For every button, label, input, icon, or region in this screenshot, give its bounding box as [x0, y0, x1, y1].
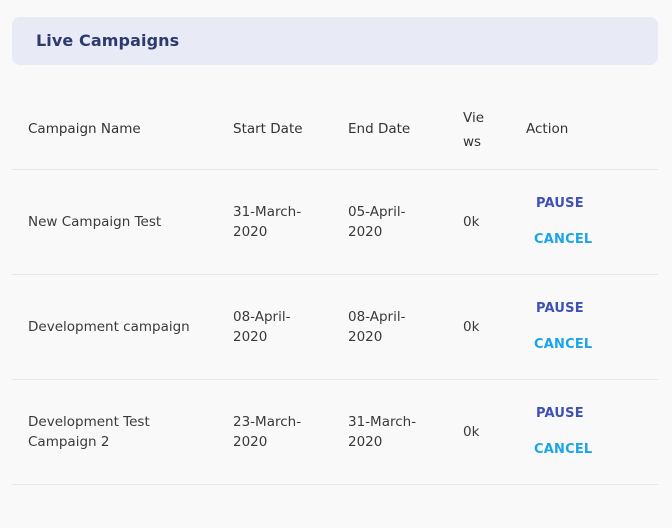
table-row: Development campaign 08-April-2020 08-Ap… [12, 275, 658, 380]
table-row: New Campaign Test 31-March-2020 05-April… [12, 170, 658, 275]
table-row: Development Test Campaign 2 23-March-202… [12, 380, 658, 485]
campaign-name: Development campaign [28, 319, 190, 335]
column-header-start-date: Start Date [233, 121, 303, 137]
pause-button[interactable]: PAUSE [536, 406, 584, 421]
live-campaigns-header: Live Campaigns [12, 17, 658, 65]
column-header-end-date: End Date [348, 121, 411, 137]
start-date: 23-March-2020 [233, 414, 302, 450]
views-count: 0k [463, 214, 480, 230]
page-title: Live Campaigns [36, 31, 180, 50]
campaign-name: New Campaign Test [28, 214, 162, 230]
views-count: 0k [463, 319, 480, 335]
campaigns-table: Campaign Name Start Date End Date Views … [12, 88, 658, 485]
pause-button[interactable]: PAUSE [536, 196, 584, 211]
end-date: 08-April-2020 [348, 309, 406, 345]
cancel-button[interactable]: CANCEL [534, 232, 592, 247]
pause-button[interactable]: PAUSE [536, 301, 584, 316]
cancel-button[interactable]: CANCEL [534, 442, 592, 457]
start-date: 08-April-2020 [233, 309, 291, 345]
column-header-campaign-name: Campaign Name [28, 121, 141, 137]
campaign-name: Development Test Campaign 2 [28, 414, 150, 450]
start-date: 31-March-2020 [233, 204, 302, 240]
end-date: 05-April-2020 [348, 204, 406, 240]
cancel-button[interactable]: CANCEL [534, 337, 592, 352]
column-header-action: Action [526, 121, 569, 137]
end-date: 31-March-2020 [348, 414, 417, 450]
table-header-row: Campaign Name Start Date End Date Views … [12, 88, 658, 170]
column-header-views: Views [463, 110, 484, 150]
views-count: 0k [463, 424, 480, 440]
